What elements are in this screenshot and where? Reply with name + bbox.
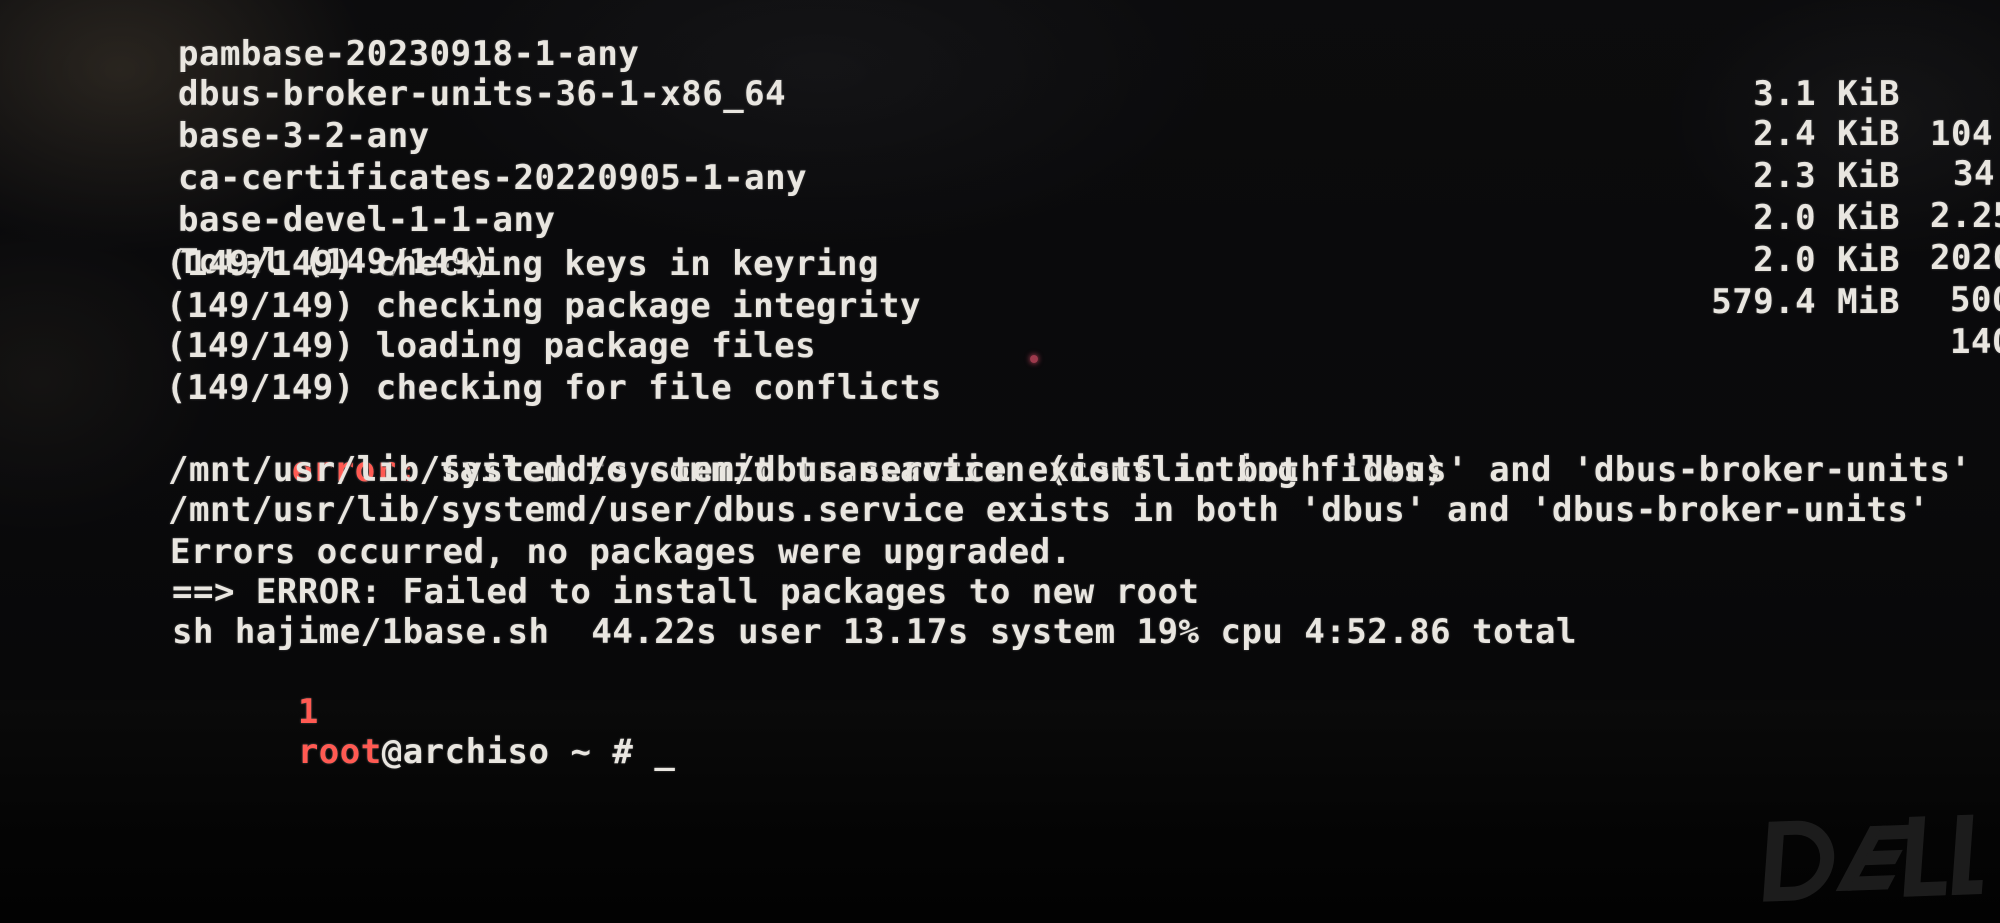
conflict-line: /mnt/usr/lib/systemd/system/dbus.service…	[168, 450, 1972, 490]
terminal-line: (149/149) checking for file conflicts	[166, 368, 942, 408]
dell-logo-icon	[1763, 814, 1983, 902]
prompt-exit-status: 1	[297, 692, 319, 732]
package-row: ca-certificates-20220905-1-any 2.0 KiB 2…	[0, 118, 2000, 278]
package-row: dbus-broker-units-36-1-x86_64 2.4 KiB 34	[0, 34, 2000, 194]
package-size: 2.0 KiB	[1753, 240, 1900, 280]
install-error-line: ==> ERROR: Failed to install packages to…	[172, 572, 1200, 612]
dell-logo	[1750, 804, 1990, 923]
package-total-size: 579.4 MiB	[1711, 282, 1900, 322]
prompt-host: @archiso	[381, 732, 550, 772]
package-rate: 500	[1950, 280, 2000, 320]
cursor: _	[654, 732, 676, 772]
terminal-line: (149/149) loading package files	[166, 326, 817, 366]
terminal[interactable]: pambase-20230918-1-any 3.1 KiB 104 dbus-…	[0, 0, 2000, 772]
timing-line: sh hajime/1base.sh 44.22s user 13.17s sy…	[172, 612, 1577, 652]
package-row: base-3-2-any 2.3 KiB 2.25	[0, 76, 2000, 236]
package-row: base-devel-1-1-any 2.0 KiB 500	[0, 160, 2000, 320]
package-row: pambase-20230918-1-any 3.1 KiB 104	[0, 0, 2000, 154]
photo: pambase-20230918-1-any 3.1 KiB 104 dbus-…	[0, 0, 2000, 923]
error-line: error: failed to commit transaction (con…	[166, 410, 1445, 490]
terminal-line: (149/149) checking keys in keyring	[166, 244, 879, 284]
shell-prompt[interactable]: 1 root@archiso ~ # _	[172, 652, 675, 772]
conflict-line: /mnt/usr/lib/systemd/user/dbus.service e…	[168, 490, 1930, 530]
package-total-rate: 140	[1950, 322, 2000, 362]
package-total-row: Total (149/149) 579.4 MiB 140	[0, 202, 2000, 362]
terminal-line: (149/149) checking package integrity	[166, 286, 921, 326]
prompt-user: root	[297, 732, 382, 772]
prompt-tail: ~ #	[549, 732, 655, 772]
package-rate: 2020	[1930, 238, 2000, 278]
summary-line: Errors occurred, no packages were upgrad…	[170, 532, 1072, 572]
